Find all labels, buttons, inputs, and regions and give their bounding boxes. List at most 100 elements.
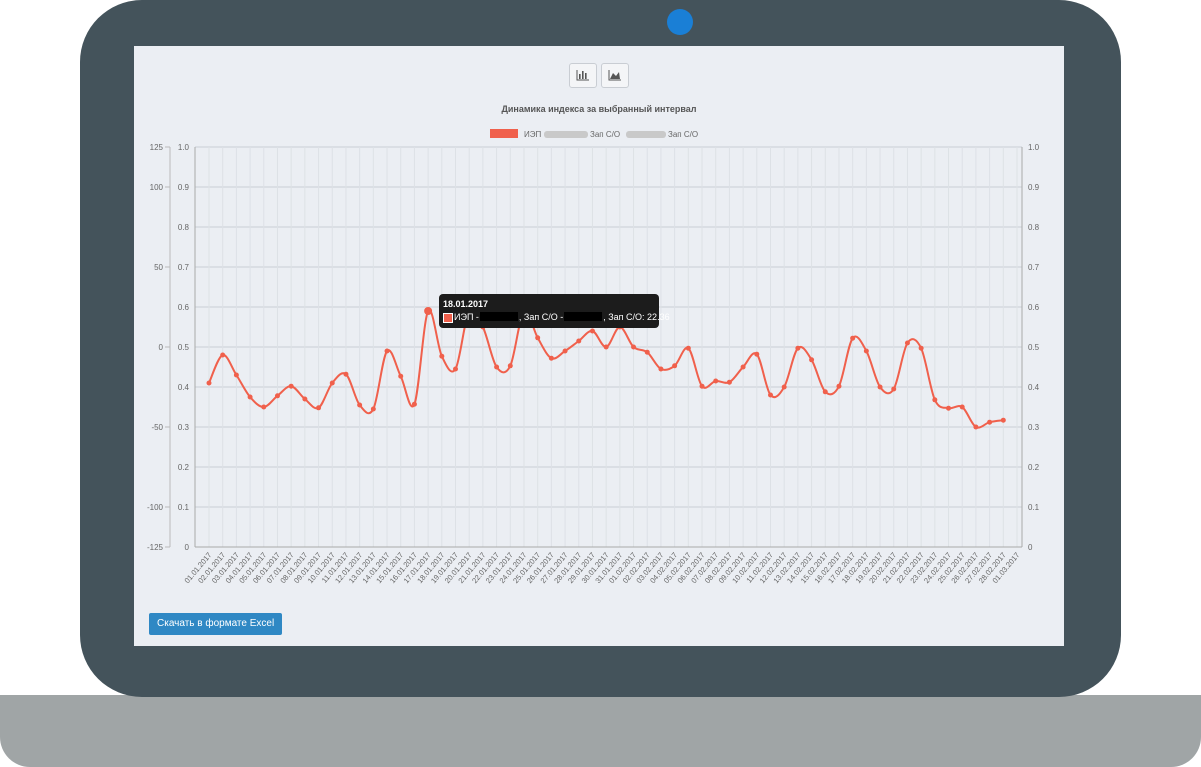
inner-y-tick-label: 0.9 bbox=[178, 183, 190, 192]
right-y-tick-label: 0.2 bbox=[1028, 463, 1040, 472]
data-point bbox=[904, 340, 910, 346]
data-point bbox=[658, 366, 664, 372]
data-point bbox=[767, 392, 773, 398]
data-point bbox=[891, 386, 897, 392]
tooltip-suffix: , Зап С/О: 22.36 bbox=[603, 312, 670, 322]
tooltip-series: ИЭП - bbox=[454, 312, 479, 322]
data-point bbox=[357, 402, 363, 408]
data-point bbox=[713, 378, 719, 384]
tooltip-middle: , Зап С/О - bbox=[518, 312, 564, 322]
data-point bbox=[918, 345, 924, 351]
inner-y-tick-label: 0.8 bbox=[178, 223, 190, 232]
camera-icon bbox=[667, 9, 693, 35]
redaction bbox=[479, 312, 518, 321]
data-point bbox=[699, 383, 705, 389]
data-point bbox=[384, 348, 390, 354]
inner-y-tick-label: 0.6 bbox=[178, 303, 190, 312]
right-y-tick-label: 0.9 bbox=[1028, 183, 1040, 192]
laptop-base bbox=[0, 695, 1201, 767]
data-point bbox=[863, 348, 869, 354]
tooltip-date: 18.01.2017 bbox=[443, 299, 489, 309]
inner-y-tick-label: 0.2 bbox=[178, 463, 190, 472]
right-y-tick-label: 0.1 bbox=[1028, 503, 1040, 512]
data-point bbox=[603, 344, 609, 350]
data-point bbox=[1000, 417, 1006, 423]
data-point bbox=[987, 419, 993, 425]
data-point bbox=[877, 384, 883, 390]
data-point bbox=[288, 383, 294, 389]
data-point bbox=[754, 351, 760, 357]
outer-y-tick-label: 125 bbox=[150, 143, 164, 152]
legend-label: Зап С/О bbox=[668, 130, 698, 139]
data-point bbox=[302, 396, 308, 402]
data-point bbox=[206, 380, 212, 386]
data-point bbox=[836, 383, 842, 389]
data-point bbox=[548, 355, 554, 361]
legend-label: ИЭП bbox=[524, 130, 542, 139]
inner-y-tick-label: 0.3 bbox=[178, 423, 190, 432]
inner-y-tick-label: 0.1 bbox=[178, 503, 190, 512]
legend-redaction bbox=[626, 131, 666, 138]
outer-y-tick-label: -100 bbox=[147, 503, 164, 512]
data-point bbox=[795, 345, 801, 351]
data-point bbox=[439, 353, 445, 359]
chart: 125 100 50 0 -50 -100 -125 1.0 1.0 0.9 0.9 0.8 0.8 0.… bbox=[147, 129, 1040, 585]
data-point bbox=[220, 352, 226, 358]
right-y-tick-label: 0.5 bbox=[1028, 343, 1040, 352]
data-point bbox=[535, 335, 541, 341]
legend-redaction bbox=[544, 131, 588, 138]
outer-y-tick-label: 50 bbox=[154, 263, 163, 272]
data-point bbox=[576, 338, 582, 344]
data-point bbox=[631, 344, 637, 350]
data-point bbox=[247, 394, 253, 400]
data-point bbox=[562, 348, 568, 354]
data-point bbox=[424, 307, 433, 315]
download-excel-button[interactable]: Скачать в формате Excel bbox=[149, 613, 283, 635]
data-point bbox=[781, 384, 787, 390]
inner-y-tick-label: 0.5 bbox=[178, 343, 190, 352]
data-point bbox=[644, 349, 650, 355]
data-point bbox=[507, 363, 513, 369]
data-point bbox=[726, 379, 732, 385]
data-point bbox=[946, 405, 952, 411]
data-point bbox=[809, 357, 815, 363]
right-y-tick-label: 0.3 bbox=[1028, 423, 1040, 432]
data-point bbox=[329, 380, 335, 386]
data-point bbox=[494, 364, 500, 370]
data-point bbox=[261, 404, 267, 410]
tooltip: 18.01.2017 ИЭП - , Зап С/О - , Зап С/О: 22… bbox=[439, 294, 670, 328]
outer-y-tick-label: -125 bbox=[147, 543, 164, 552]
right-y-tick-label: 0.4 bbox=[1028, 383, 1040, 392]
inner-y-tick-label: 1.0 bbox=[178, 143, 190, 152]
screen: Динамика индекса за выбранный интервал 1… bbox=[134, 46, 1064, 646]
tooltip-text: ИЭП - , Зап С/О - , Зап С/О: 22.36 bbox=[454, 312, 670, 322]
data-point bbox=[672, 363, 678, 369]
inner-y-tick-label: 0.7 bbox=[178, 263, 190, 272]
right-y-tick-label: 0.7 bbox=[1028, 263, 1040, 272]
legend-swatch bbox=[490, 129, 518, 138]
redaction bbox=[564, 312, 603, 321]
data-point bbox=[973, 424, 979, 430]
right-y-tick-label: 0 bbox=[1028, 543, 1033, 552]
data-point bbox=[274, 393, 280, 399]
data-point bbox=[740, 364, 746, 370]
data-point bbox=[822, 389, 828, 395]
data-point bbox=[932, 397, 938, 403]
outer-y-tick-label: -50 bbox=[151, 423, 163, 432]
legend-label: Зап С/О bbox=[590, 130, 620, 139]
data-point bbox=[453, 366, 459, 372]
right-y-tick-label: 1.0 bbox=[1028, 143, 1040, 152]
data-point bbox=[233, 372, 239, 378]
tooltip-swatch bbox=[443, 313, 453, 323]
data-point bbox=[398, 373, 404, 379]
right-y-tick-label: 0.6 bbox=[1028, 303, 1040, 312]
right-y-tick-label: 0.8 bbox=[1028, 223, 1040, 232]
inner-y-tick-label: 0 bbox=[185, 543, 190, 552]
data-point bbox=[411, 401, 417, 407]
data-point bbox=[959, 404, 965, 410]
data-point bbox=[343, 371, 349, 377]
data-point bbox=[850, 335, 856, 341]
outer-y-tick-label: 100 bbox=[150, 183, 164, 192]
data-point bbox=[589, 328, 595, 334]
data-point bbox=[685, 345, 691, 351]
